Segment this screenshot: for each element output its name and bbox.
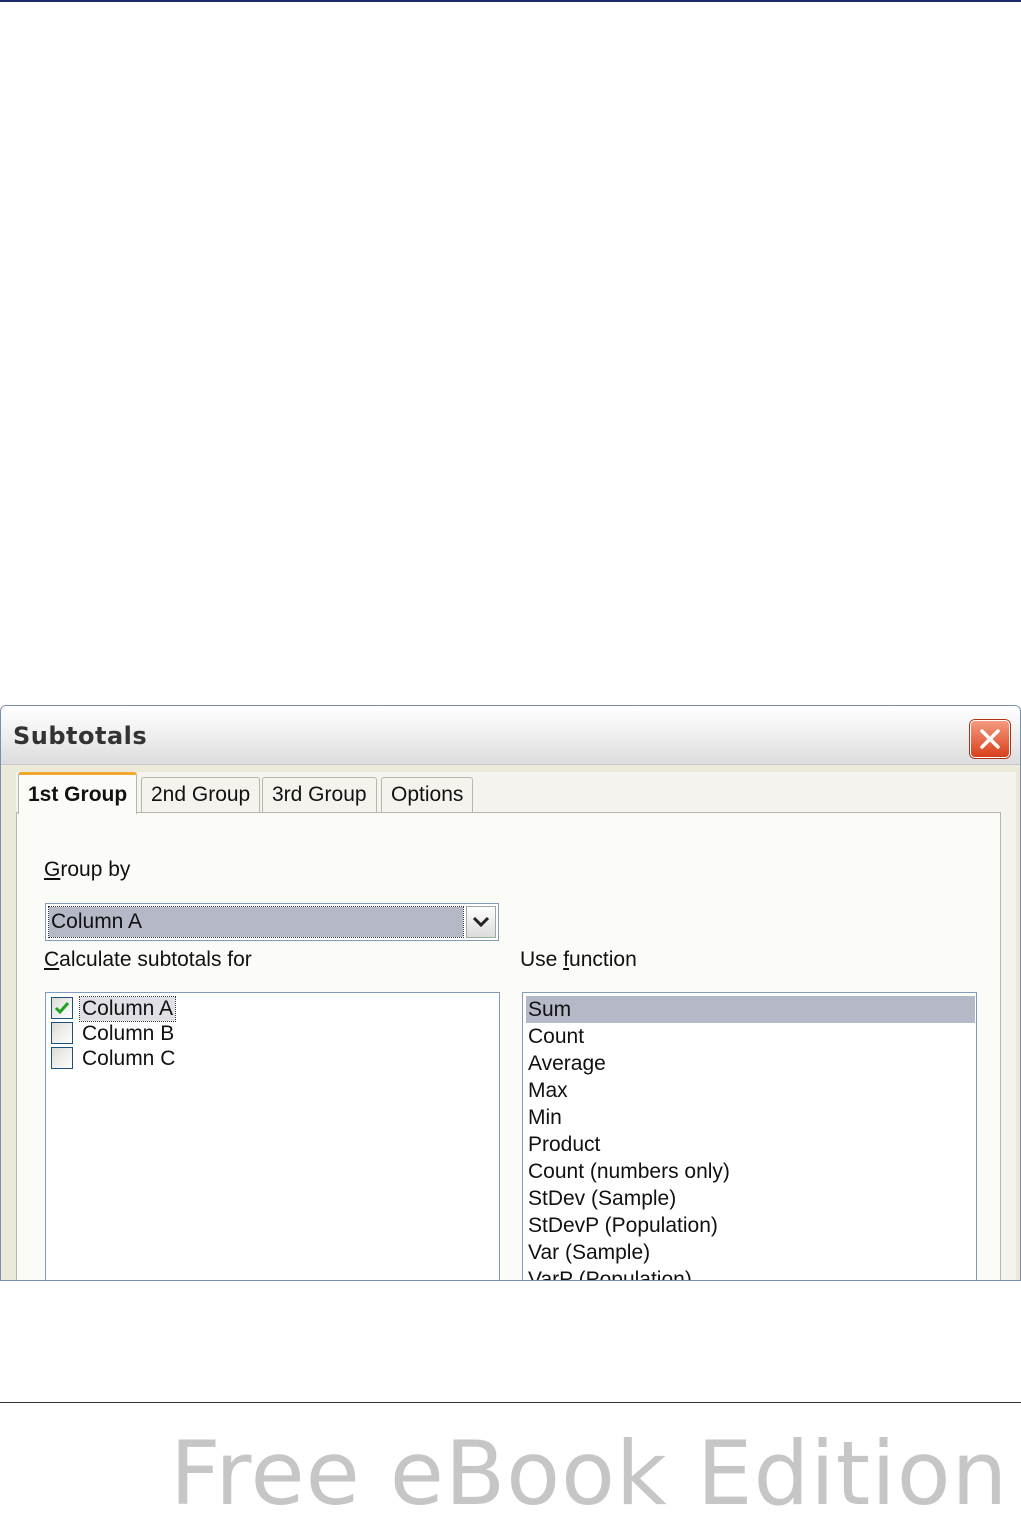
calculate-subtotals-label: Calculate subtotals for	[44, 948, 252, 971]
page-bottom-rule	[0, 1402, 1021, 1403]
function-item-stdev[interactable]: StDev (Sample)	[526, 1185, 975, 1212]
checkbox[interactable]	[51, 1022, 73, 1044]
checkbox-column-b[interactable]: Column B	[51, 1022, 291, 1046]
close-icon	[980, 729, 1000, 749]
check-icon	[54, 1002, 70, 1015]
function-item-var[interactable]: Var (Sample)	[526, 1239, 975, 1266]
dropdown-button[interactable]	[466, 906, 496, 938]
checkbox[interactable]	[51, 1047, 73, 1069]
checkbox-column-c[interactable]: Column C	[51, 1047, 291, 1071]
tab-options[interactable]: Options	[381, 777, 474, 813]
tab-area: 1st Group 2nd Group 3rd Group Options Gr…	[16, 772, 1016, 1280]
chevron-down-icon	[472, 916, 490, 928]
function-item-average[interactable]: Average	[526, 1050, 975, 1077]
checkbox[interactable]	[51, 997, 73, 1019]
tab-3rd-group[interactable]: 3rd Group	[262, 777, 377, 813]
tab-1st-group[interactable]: 1st Group	[18, 772, 138, 814]
group-by-value: Column A	[48, 906, 464, 938]
function-item-min[interactable]: Min	[526, 1104, 975, 1131]
tab-2nd-group[interactable]: 2nd Group	[141, 777, 261, 813]
function-item-max[interactable]: Max	[526, 1077, 975, 1104]
checkbox-label: Column C	[82, 1047, 176, 1070]
use-function-list[interactable]: Sum Count Average Max Min Product Count …	[522, 992, 977, 1280]
calculate-subtotals-list[interactable]: Column A Column B Column C	[45, 992, 500, 1280]
use-function-label: Use function	[520, 948, 637, 971]
group-by-dropdown[interactable]: Column A	[45, 903, 499, 941]
checkbox-label: Column A	[78, 996, 177, 1022]
tab-panel-1st-group: Group by Column A Calculate subtotals fo…	[16, 812, 1001, 1280]
page-top-rule	[0, 0, 1021, 2]
function-item-count[interactable]: Count	[526, 1023, 975, 1050]
checkbox-column-a[interactable]: Column A	[51, 996, 291, 1022]
watermark-text: Free eBook Edition	[170, 1422, 1009, 1525]
function-item-count-numbers[interactable]: Count (numbers only)	[526, 1158, 975, 1185]
subtotals-dialog: Subtotals 1st Group 2nd Group 3rd Group …	[0, 705, 1021, 1281]
function-item-sum[interactable]: Sum	[526, 996, 975, 1023]
function-item-product[interactable]: Product	[526, 1131, 975, 1158]
group-by-label: Group by	[44, 858, 131, 881]
dialog-titlebar[interactable]: Subtotals	[1, 706, 1020, 765]
checkbox-label: Column B	[82, 1022, 175, 1045]
close-button[interactable]	[970, 720, 1010, 758]
function-item-varp[interactable]: VarP (Population)	[526, 1266, 975, 1280]
dialog-title: Subtotals	[13, 722, 148, 750]
function-item-stdevp[interactable]: StDevP (Population)	[526, 1212, 975, 1239]
